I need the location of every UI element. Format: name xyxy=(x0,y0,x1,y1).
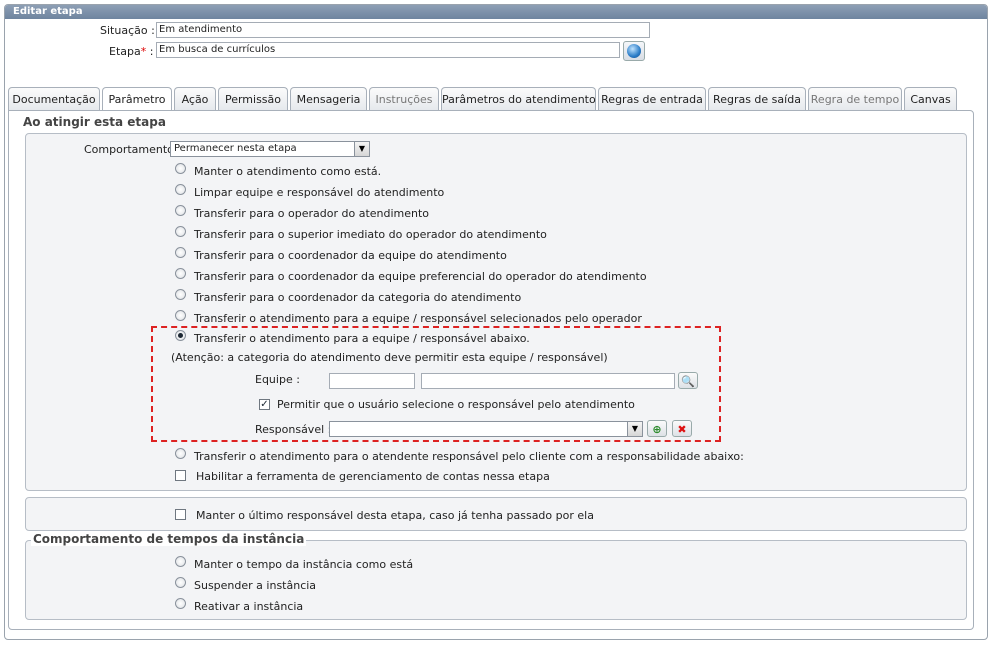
tab-parametros-atendimento[interactable]: Parâmetros do atendimento xyxy=(441,87,596,110)
radio-opt-5-label: Transferir para o coordenador da equipe … xyxy=(194,270,647,283)
etapa-field[interactable]: Em busca de currículos xyxy=(156,42,620,58)
tab-regras-entrada[interactable]: Regras de entrada xyxy=(598,87,706,110)
responsavel-label: Responsável : xyxy=(255,423,332,436)
attention-note: (Atenção: a categoria do atendimento dev… xyxy=(171,351,608,364)
radio-tempo-0-label: Manter o tempo da instância como está xyxy=(194,558,414,571)
tab-parametro[interactable]: Parâmetro xyxy=(102,87,172,112)
radio-opt-0-label: Manter o atendimento como está. xyxy=(194,165,382,178)
comportamento-value: Permanecer nesta etapa xyxy=(174,143,297,154)
radio-opt-1-label: Limpar equipe e responsável do atendimen… xyxy=(194,186,445,199)
radio-opt-2[interactable] xyxy=(175,205,186,216)
tab-acao[interactable]: Ação xyxy=(174,87,216,110)
tab-regras-saida[interactable]: Regras de saída xyxy=(708,87,806,110)
equipe-code-field[interactable] xyxy=(329,373,415,389)
radio-tempo-2-label: Reativar a instância xyxy=(194,600,304,613)
situacao-label: Situação : xyxy=(100,24,155,37)
section-ao-atingir-legend: Ao atingir esta etapa xyxy=(21,115,168,129)
tab-canvas[interactable]: Canvas xyxy=(904,87,957,110)
radio-opt-3[interactable] xyxy=(175,226,186,237)
radio-opt-1[interactable] xyxy=(175,184,186,195)
tab-permissao[interactable]: Permissão xyxy=(218,87,288,110)
radio-opt-7[interactable] xyxy=(175,310,186,321)
globe-icon xyxy=(627,44,641,58)
radio-tempo-1[interactable] xyxy=(175,577,186,588)
window-title: Editar etapa xyxy=(5,5,987,19)
manter-responsavel-checkbox[interactable] xyxy=(175,509,186,520)
add-search-icon: ⊕ xyxy=(652,423,662,436)
section-tempos-instancia xyxy=(25,540,967,620)
chevron-down-icon: ▼ xyxy=(354,142,369,156)
radio-opt-3-label: Transferir para o superior imediato do o… xyxy=(194,228,547,241)
habilitar-label: Habilitar a ferramenta de gerenciamento … xyxy=(196,470,550,483)
radio-extra-label: Transferir o atendimento para o atendent… xyxy=(194,450,744,463)
radio-opt-8[interactable] xyxy=(175,330,186,341)
search-equipe-button[interactable]: 🔍 xyxy=(678,372,698,389)
close-icon: ✖ xyxy=(677,423,687,436)
tab-documentacao[interactable]: Documentação xyxy=(8,87,100,110)
tab-regra-tempo[interactable]: Regra de tempo xyxy=(808,87,902,110)
radio-tempo-0[interactable] xyxy=(175,556,186,567)
manter-responsavel-label: Manter o último responsável desta etapa,… xyxy=(196,509,594,522)
responsavel-select[interactable]: ▼ xyxy=(329,421,643,437)
chevron-down-icon: ▼ xyxy=(627,422,642,436)
permitir-label: Permitir que o usuário selecione o respo… xyxy=(277,398,635,411)
tab-instrucoes[interactable]: Instruções xyxy=(369,87,439,110)
radio-opt-0[interactable] xyxy=(175,163,186,174)
radio-extra[interactable] xyxy=(175,448,186,459)
comportamento-label: Comportamento : xyxy=(84,143,182,156)
globe-icon-button[interactable] xyxy=(623,41,645,61)
comportamento-select[interactable]: Permanecer nesta etapa ▼ xyxy=(170,141,370,157)
radio-opt-8-label: Transferir o atendimento para a equipe /… xyxy=(194,332,530,345)
radio-tempo-1-label: Suspender a instância xyxy=(194,579,317,592)
situacao-field[interactable]: Em atendimento xyxy=(156,22,650,38)
etapa-label: Etapa* : xyxy=(109,45,154,58)
radio-opt-4-label: Transferir para o coordenador da equipe … xyxy=(194,249,507,262)
radio-opt-4[interactable] xyxy=(175,247,186,258)
radio-tempo-2[interactable] xyxy=(175,598,186,609)
habilitar-checkbox[interactable] xyxy=(175,470,186,481)
search-icon: 🔍 xyxy=(681,375,695,388)
section-tempos-legend: Comportamento de tempos da instância xyxy=(31,532,307,546)
equipe-name-field[interactable] xyxy=(421,373,675,389)
tab-mensageria[interactable]: Mensageria xyxy=(290,87,367,110)
equipe-label: Equipe : xyxy=(255,373,300,386)
radio-opt-7-label: Transferir o atendimento para a equipe /… xyxy=(194,312,642,325)
remove-responsavel-button[interactable]: ✖ xyxy=(672,420,692,437)
permitir-checkbox[interactable]: ✓ xyxy=(259,399,270,410)
radio-opt-6-label: Transferir para o coordenador da categor… xyxy=(194,291,522,304)
radio-opt-6[interactable] xyxy=(175,289,186,300)
radio-opt-2-label: Transferir para o operador do atendiment… xyxy=(194,207,430,220)
radio-opt-5[interactable] xyxy=(175,268,186,279)
add-responsavel-button[interactable]: ⊕ xyxy=(647,420,667,437)
